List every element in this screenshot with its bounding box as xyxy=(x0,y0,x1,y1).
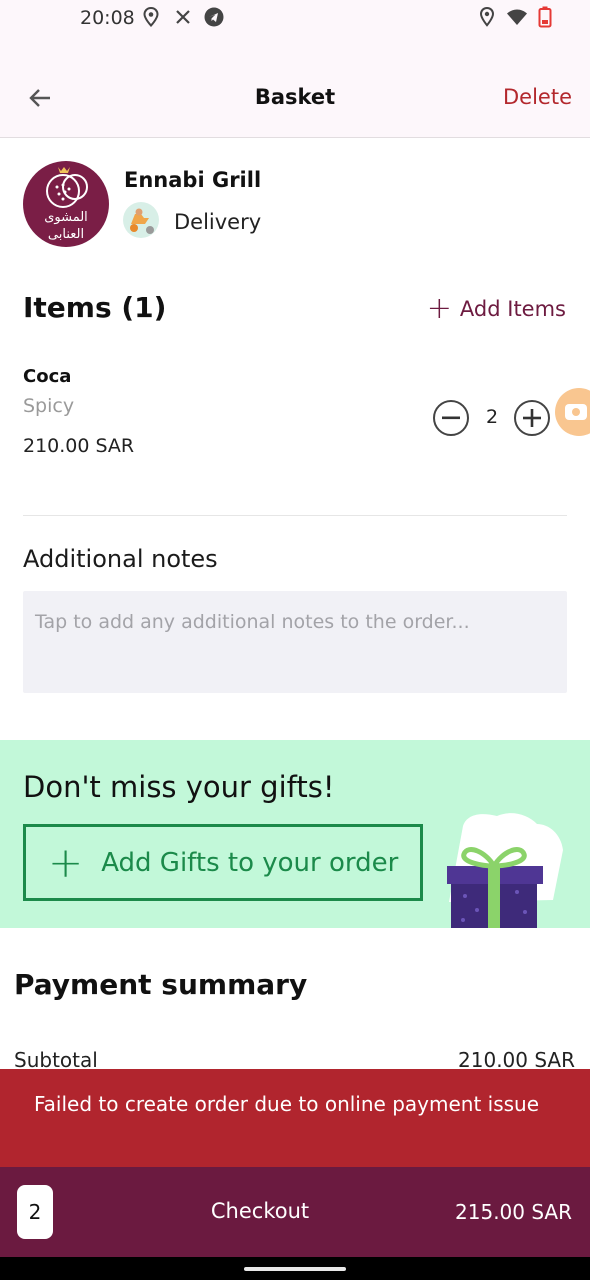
plus-icon xyxy=(523,409,541,427)
close-icon xyxy=(172,6,194,28)
items-title: Items (1) xyxy=(23,291,167,324)
gift-box-icon xyxy=(447,813,563,928)
system-nav-bar xyxy=(0,1257,590,1280)
telegram-icon xyxy=(203,6,225,28)
location-icon xyxy=(476,6,498,28)
logo-text-line2: العنابى xyxy=(48,227,84,242)
notes-title: Additional notes xyxy=(23,545,218,573)
decrease-quantity-button[interactable] xyxy=(433,400,469,436)
delete-button[interactable]: Delete xyxy=(503,85,572,109)
wifi-icon xyxy=(506,6,528,28)
location-icon xyxy=(140,6,162,28)
status-time: 20:08 xyxy=(80,7,135,29)
restaurant-name: Ennabi Grill xyxy=(124,168,262,192)
item-price: 210.00 SAR xyxy=(23,435,135,457)
notes-input[interactable] xyxy=(23,591,567,693)
logo-text-line1: المشوى xyxy=(44,210,88,225)
gifts-banner: Don't miss your gifts! + Add Gifts to yo… xyxy=(0,740,590,928)
add-gifts-button[interactable]: + Add Gifts to your order xyxy=(23,824,423,901)
status-bar: 20:08 xyxy=(0,0,590,38)
add-gifts-label: Add Gifts to your order xyxy=(101,847,399,878)
item-option: Spicy xyxy=(23,395,75,417)
item-quantity: 2 xyxy=(485,406,499,428)
camera-icon xyxy=(565,404,587,420)
payment-summary-title: Payment summary xyxy=(14,968,308,1001)
battery-low-icon xyxy=(534,6,556,28)
checkout-label: Checkout xyxy=(210,1199,310,1223)
item-name: Coca xyxy=(23,366,72,387)
restaurant-logo: المشوى العنابى xyxy=(23,161,109,247)
page-title: Basket xyxy=(254,85,336,109)
gifts-title: Don't miss your gifts! xyxy=(23,770,335,804)
error-snackbar: Failed to create order due to online pay… xyxy=(0,1069,590,1167)
home-handle[interactable] xyxy=(244,1267,346,1271)
delivery-icon xyxy=(123,202,159,238)
checkout-total: 215.00 SAR xyxy=(455,1200,572,1224)
plus-icon: + xyxy=(426,291,452,326)
floating-camera-button[interactable] xyxy=(555,388,590,436)
add-items-button[interactable]: + Add Items xyxy=(426,291,566,326)
divider xyxy=(23,515,567,516)
app-bar: Basket Delete xyxy=(0,38,590,138)
checkout-button[interactable]: 2 Checkout 215.00 SAR xyxy=(0,1167,590,1257)
add-items-label: Add Items xyxy=(459,297,566,321)
minus-icon xyxy=(442,416,460,420)
delivery-label: Delivery xyxy=(174,210,262,234)
increase-quantity-button[interactable] xyxy=(514,400,550,436)
plus-icon: + xyxy=(48,837,84,887)
